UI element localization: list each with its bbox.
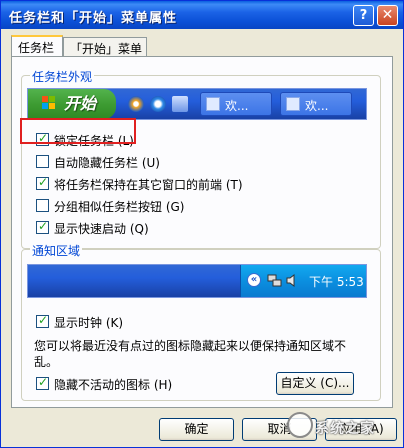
checkbox-label: 自动隐藏任务栏 (U): [54, 156, 160, 170]
start-button-preview: 开始: [28, 89, 116, 119]
checkbox-box[interactable]: ✓: [36, 313, 49, 328]
task-button-label: 欢...: [305, 99, 329, 113]
checkbox-box[interactable]: ✓: [36, 375, 49, 390]
taskbar-appearance-group: 任务栏外观 开始 欢... 欢... ✓ 锁定任务栏 (L) 自动隐藏任务栏 (…: [21, 68, 381, 249]
checkbox-box[interactable]: [36, 199, 49, 212]
group-legend: 通知区域: [30, 242, 83, 259]
properties-dialog: 任务栏和「开始」菜单属性 ? ✕ 任务栏 「开始」菜单 任务栏外观 开始 欢..…: [0, 0, 404, 448]
check-mark-icon: ✓: [38, 175, 49, 189]
checkbox-label: 显示快速启动 (Q): [54, 222, 149, 236]
site-watermark: 系统之家: [283, 406, 403, 446]
check-mark-icon: ✓: [38, 219, 49, 233]
group-legend: 任务栏外观: [30, 68, 95, 85]
check-mark-icon: ✓: [38, 313, 49, 327]
help-icon: ?: [359, 8, 368, 23]
tab-start-menu[interactable]: 「开始」菜单: [63, 37, 147, 56]
notification-area-group: 通知区域 « 下午 5:53 ✓ 显示时钟 (K) 您可以将最近没有点过的图标隐…: [21, 242, 381, 401]
watermark-text: 系统之家: [315, 421, 375, 437]
checkbox-box[interactable]: [36, 155, 49, 168]
close-button[interactable]: ✕: [377, 5, 398, 26]
window-title: 任务栏和「开始」菜单属性: [9, 11, 178, 26]
tab-panel: 任务栏外观 开始 欢... 欢... ✓ 锁定任务栏 (L) 自动隐藏任务栏 (…: [11, 56, 393, 408]
taskbar-preview: 开始 欢... 欢...: [27, 88, 367, 120]
tray-area: « 下午 5:53: [240, 265, 366, 297]
ok-button[interactable]: 确定: [159, 418, 234, 441]
checkbox-label: 隐藏不活动的图标 (H): [54, 378, 173, 392]
check-mark-icon: ✓: [38, 375, 49, 389]
highlight-box: [20, 118, 136, 144]
internet-explorer-icon: [150, 96, 166, 112]
task-button-label: 欢...: [225, 99, 249, 113]
start-label: 开始: [64, 94, 97, 113]
tab-taskbar[interactable]: 任务栏: [11, 35, 63, 56]
window-icon: [286, 97, 300, 111]
checkbox-box[interactable]: ✓: [36, 219, 49, 234]
title-bar[interactable]: 任务栏和「开始」菜单属性 ? ✕: [1, 1, 403, 29]
close-icon: ✕: [381, 7, 394, 23]
help-button[interactable]: ?: [353, 5, 374, 26]
show-desktop-icon: [172, 96, 188, 112]
task-button-1: 欢...: [200, 92, 272, 116]
window-icon: [206, 97, 220, 111]
checkbox-label: 将任务栏保持在其它窗口的前端 (T): [54, 178, 243, 192]
checkbox-label: 分组相似任务栏按钮 (G): [54, 200, 185, 214]
network-icon: [267, 274, 282, 287]
checkbox-label: 显示时钟 (K): [54, 316, 124, 330]
customize-button[interactable]: 自定义 (C)...: [276, 372, 354, 395]
watermark-logo-icon: [287, 412, 313, 438]
checkbox-box[interactable]: ✓: [36, 175, 49, 190]
chevron-left-icon: «: [247, 273, 261, 287]
notification-description: 您可以将最近没有点过的图标隐藏起来以便保持通知区域不乱。: [34, 339, 347, 369]
clock-time: 下午 5:53: [309, 275, 364, 289]
windows-flag-icon: [42, 96, 55, 109]
notification-preview: « 下午 5:53: [27, 264, 367, 298]
volume-icon: [286, 274, 295, 287]
task-button-2: 欢...: [280, 92, 352, 116]
media-player-icon: [128, 96, 144, 112]
